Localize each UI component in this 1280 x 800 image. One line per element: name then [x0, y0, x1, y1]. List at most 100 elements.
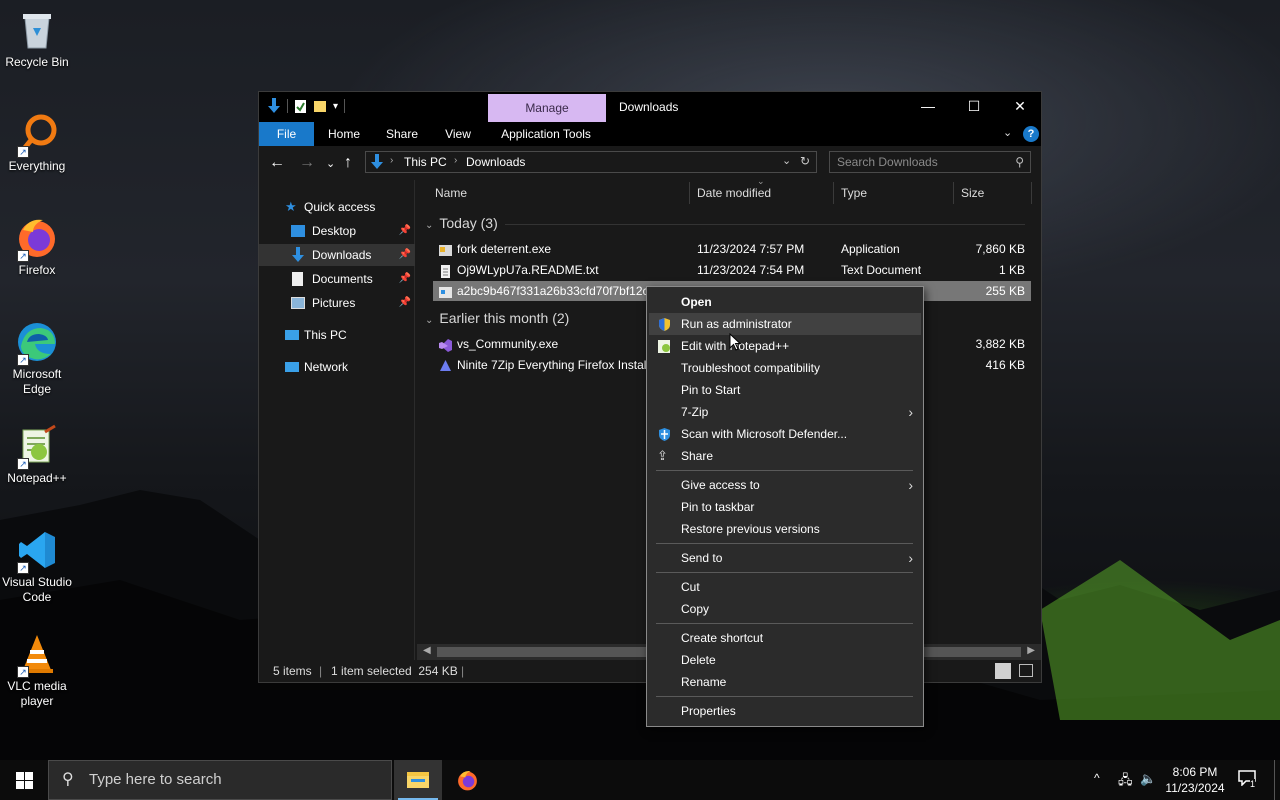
- show-hidden-icons-button[interactable]: ^: [1094, 771, 1100, 800]
- large-icons-view-icon[interactable]: [1019, 664, 1033, 677]
- show-desktop-button[interactable]: [1274, 760, 1275, 800]
- expand-ribbon-icon[interactable]: ⌄: [1003, 126, 1012, 139]
- nav-quick-access[interactable]: ★ Quick access: [259, 196, 415, 218]
- tab-view[interactable]: View: [435, 122, 481, 146]
- desktop-icon-edge[interactable]: ↗ Microsoft Edge: [2, 320, 72, 397]
- menu-item-send-to[interactable]: Send to ›: [649, 547, 921, 569]
- tab-application-tools[interactable]: Application Tools: [495, 122, 597, 146]
- tab-manage[interactable]: Manage: [488, 94, 606, 122]
- column-type[interactable]: Type: [841, 180, 867, 206]
- network-status-icon[interactable]: 🖧: [1118, 771, 1133, 800]
- menu-item-properties[interactable]: Properties: [649, 700, 921, 722]
- menu-item-run-as-administrator[interactable]: Run as administrator: [649, 313, 921, 335]
- nav-documents[interactable]: Documents 📌: [259, 268, 415, 290]
- scroll-right-icon[interactable]: ▶: [1027, 645, 1035, 656]
- menu-item-rename[interactable]: Rename: [649, 671, 921, 693]
- menu-item-troubleshoot-compatibility[interactable]: Troubleshoot compatibility: [649, 357, 921, 379]
- desktop-icon-firefox[interactable]: ↗ Firefox: [2, 216, 72, 278]
- menu-item-open[interactable]: Open: [649, 291, 921, 313]
- column-name[interactable]: Name: [435, 180, 467, 206]
- nav-desktop[interactable]: Desktop 📌: [259, 220, 415, 242]
- taskbar-file-explorer[interactable]: [394, 760, 442, 800]
- menu-item-edit-with-notepadpp[interactable]: Edit with Notepad++: [649, 335, 921, 357]
- address-row: ← → ⌄ ↑ › This PC › Downloads ⌄ ↻ Search…: [259, 146, 1041, 180]
- menu-item-7zip[interactable]: 7-Zip ›: [649, 401, 921, 423]
- desktop-icon-label: Everything: [8, 159, 66, 173]
- menu-item-cut[interactable]: Cut: [649, 576, 921, 598]
- group-header-today[interactable]: ⌄ Today (3): [425, 215, 1025, 231]
- breadcrumb-this-pc[interactable]: This PC: [404, 155, 447, 169]
- search-placeholder: Search Downloads: [837, 155, 938, 169]
- forward-button[interactable]: →: [299, 154, 315, 172]
- nav-this-pc[interactable]: This PC: [259, 324, 415, 346]
- menu-item-delete[interactable]: Delete: [649, 649, 921, 671]
- volume-muted-icon[interactable]: 🔈: [1140, 771, 1156, 800]
- taskbar: ⚲ Type here to search ^ 🖧 🔈 8:06 PM 11/2…: [0, 760, 1280, 800]
- desktop-icon-vscode[interactable]: ↗ Visual Studio Code: [2, 528, 72, 605]
- download-arrow-icon: [267, 98, 281, 114]
- back-button[interactable]: ←: [269, 154, 285, 172]
- desktop-folder-icon: [291, 225, 305, 237]
- details-view-icon[interactable]: [995, 663, 1011, 679]
- start-button[interactable]: [0, 760, 48, 800]
- file-row[interactable]: fork deterrent.exe 11/23/2024 7:57 PM Ap…: [433, 239, 1031, 259]
- menu-item-pin-to-taskbar[interactable]: Pin to taskbar: [649, 496, 921, 518]
- up-button[interactable]: ↑: [344, 154, 352, 172]
- nav-pictures[interactable]: Pictures 📌: [259, 292, 415, 314]
- desktop-icon-everything[interactable]: ↗ Everything: [2, 112, 72, 174]
- address-bar[interactable]: › This PC › Downloads ⌄ ↻: [365, 151, 817, 173]
- tab-home[interactable]: Home: [321, 122, 367, 146]
- column-size[interactable]: Size: [961, 180, 984, 206]
- network-icon: [285, 362, 299, 372]
- notepadpp-icon: ↗: [15, 424, 59, 470]
- ribbon-tabs: File Home Share View Application Tools ⌄…: [259, 122, 1041, 146]
- file-row[interactable]: Oj9WLypU7a.README.txt 11/23/2024 7:54 PM…: [433, 260, 1031, 280]
- minimize-button[interactable]: —: [905, 92, 951, 122]
- nav-network[interactable]: Network: [259, 356, 415, 378]
- breadcrumb-separator-icon: ›: [390, 155, 394, 166]
- menu-item-create-shortcut[interactable]: Create shortcut: [649, 627, 921, 649]
- nav-downloads[interactable]: Downloads 📌: [259, 244, 415, 266]
- windows-logo-icon: [16, 772, 33, 789]
- clock-date: 11/23/2024: [1165, 781, 1225, 795]
- file-explorer-icon: [407, 772, 429, 788]
- desktop-icon-recycle-bin[interactable]: Recycle Bin: [2, 8, 72, 70]
- defender-shield-icon: [657, 427, 672, 442]
- breadcrumb-downloads[interactable]: Downloads: [466, 155, 525, 169]
- new-folder-icon[interactable]: [313, 99, 327, 113]
- clock[interactable]: 8:06 PM 11/23/2024: [1160, 764, 1230, 796]
- menu-item-share[interactable]: ⇪ Share: [649, 445, 921, 467]
- uac-shield-icon: [657, 317, 672, 332]
- maximize-button[interactable]: ☐: [951, 92, 997, 122]
- search-input[interactable]: Search Downloads ⚲: [829, 151, 1031, 173]
- customize-toolbar-icon[interactable]: ▾: [333, 101, 338, 112]
- exe-file-icon: [439, 243, 452, 256]
- desktop-icon-vlc[interactable]: ↗ VLC media player: [2, 632, 72, 709]
- recent-locations-button[interactable]: ⌄: [326, 157, 335, 170]
- menu-item-scan-defender[interactable]: Scan with Microsoft Defender...: [649, 423, 921, 445]
- title-bar[interactable]: ▾ Manage Downloads — ☐ ✕: [259, 92, 1041, 122]
- menu-item-restore-previous-versions[interactable]: Restore previous versions: [649, 518, 921, 540]
- window-title: Downloads: [619, 100, 679, 114]
- address-dropdown-icon[interactable]: ⌄: [782, 154, 791, 167]
- taskbar-search-box[interactable]: ⚲ Type here to search: [48, 760, 392, 800]
- desktop-icon-label: Visual Studio Code: [2, 575, 72, 604]
- desktop-icon-notepadpp[interactable]: ↗ Notepad++: [2, 424, 72, 486]
- menu-item-give-access-to[interactable]: Give access to ›: [649, 474, 921, 496]
- edge-icon: ↗: [15, 320, 59, 366]
- tab-file[interactable]: File: [259, 122, 314, 146]
- search-icon: ⚲: [62, 771, 74, 788]
- menu-item-copy[interactable]: Copy: [649, 598, 921, 620]
- notification-center-button[interactable]: 1: [1238, 770, 1258, 790]
- properties-icon[interactable]: [294, 99, 307, 114]
- desktop-icon-label: Recycle Bin: [5, 55, 69, 69]
- help-icon[interactable]: ?: [1023, 126, 1039, 142]
- tab-share[interactable]: Share: [379, 122, 425, 146]
- refresh-icon[interactable]: ↻: [800, 154, 810, 168]
- nav-label: Network: [304, 360, 349, 374]
- scroll-left-icon[interactable]: ◀: [423, 645, 431, 656]
- pin-icon: 📌: [398, 273, 411, 284]
- menu-item-pin-to-start[interactable]: Pin to Start: [649, 379, 921, 401]
- close-button[interactable]: ✕: [997, 92, 1043, 122]
- taskbar-firefox[interactable]: [444, 760, 492, 800]
